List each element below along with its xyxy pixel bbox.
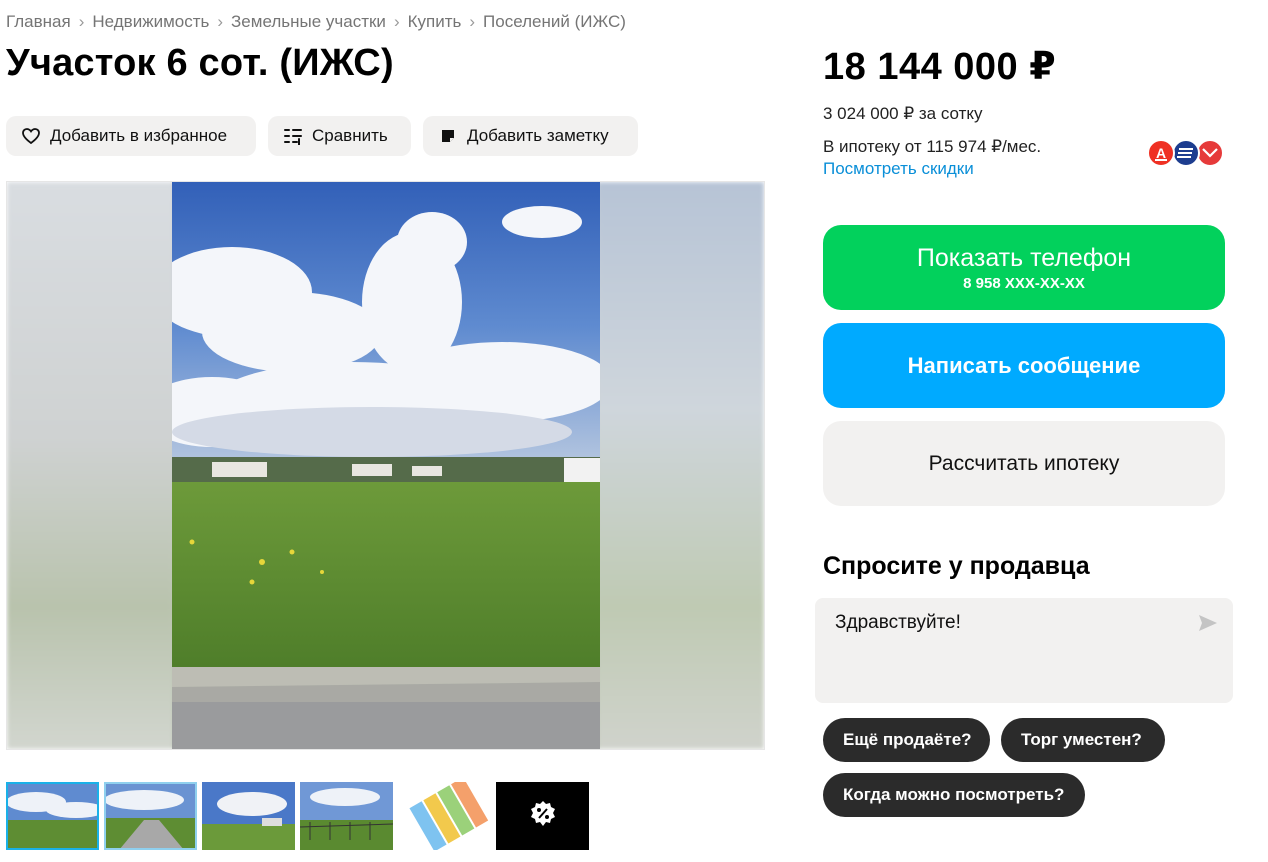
add-note-label: Добавить заметку [467,126,609,145]
thumbnail-strip [6,782,589,850]
show-phone-label: Показать телефон [916,243,1132,272]
page-title: Участок 6 сот. (ИЖС) [6,42,394,84]
photo-gallery[interactable] [6,181,765,750]
thumbnail-road-photo[interactable] [104,782,197,850]
write-message-button[interactable]: Написать сообщение [823,323,1225,408]
write-message-label: Написать сообщение [907,352,1141,378]
show-phone-button[interactable]: Показать телефон 8 958 XXX-XX-XX [823,225,1225,310]
breadcrumb-separator: › [217,12,224,31]
breadcrumb-real-estate[interactable]: Недвижимость [92,12,209,32]
thumbnail-discount-badge[interactable] [496,782,589,850]
thumbnail-field-houses-photo[interactable] [202,782,295,850]
alfa-bank-icon: A [1147,139,1175,167]
quick-question-viewing[interactable]: Когда можно посмотреть? [823,773,1085,817]
heart-icon [20,125,42,147]
thumbnail-field-photo[interactable] [6,782,99,850]
add-note-button[interactable]: Добавить заметку [423,116,638,156]
listing-actions: Добавить в избранное Сравнить Добавить з… [6,116,638,156]
calculate-mortgage-label: Рассчитать ипотеку [928,451,1120,475]
bank-logos: A [1146,138,1226,168]
view-discounts-link[interactable]: Посмотреть скидки [823,159,974,179]
price: 18 144 000 ₽ [823,46,1057,88]
main-photo[interactable] [172,182,600,749]
breadcrumb-separator: › [78,12,85,31]
breadcrumb-land-plots[interactable]: Земельные участки [231,12,386,32]
breadcrumb-separator: › [469,12,476,31]
breadcrumb: Главная › Недвижимость › Земельные участки… [6,12,626,32]
breadcrumb-home[interactable]: Главная [6,12,71,32]
price-per-sotka: 3 024 000 ₽ за сотку [823,104,983,123]
quick-question-still-selling[interactable]: Ещё продаёте? [823,718,990,762]
compare-button[interactable]: Сравнить [268,116,411,156]
vtb-icon [1172,139,1200,167]
thumbnail-site-plan[interactable] [398,782,491,850]
message-text: Здравствуйте! [835,612,961,633]
compare-icon [282,125,304,147]
sovcombank-icon [1196,139,1224,167]
masked-phone: 8 958 XXX-XX-XX [963,274,1085,292]
breadcrumb-izhs[interactable]: Поселений (ИЖС) [483,12,626,32]
calculate-mortgage-button[interactable]: Рассчитать ипотеку [823,421,1225,506]
quick-question-bargain[interactable]: Торг уместен? [1001,718,1165,762]
breadcrumb-buy[interactable]: Купить [408,12,462,32]
add-to-favorites-label: Добавить в избранное [50,126,228,145]
ask-seller-title: Спросите у продавца [823,552,1090,580]
thumbnail-fence-photo[interactable] [300,782,393,850]
add-to-favorites-button[interactable]: Добавить в избранное [6,116,256,156]
breadcrumb-separator: › [393,12,400,31]
compare-label: Сравнить [312,126,388,145]
mortgage-monthly: В ипотеку от 115 974 ₽/мес. [823,137,1042,156]
discount-badge-icon [529,800,557,833]
svg-text:A: A [1156,145,1166,161]
send-icon[interactable] [1197,612,1219,634]
seller-message-input[interactable]: Здравствуйте! [815,598,1233,703]
note-icon [437,125,459,147]
